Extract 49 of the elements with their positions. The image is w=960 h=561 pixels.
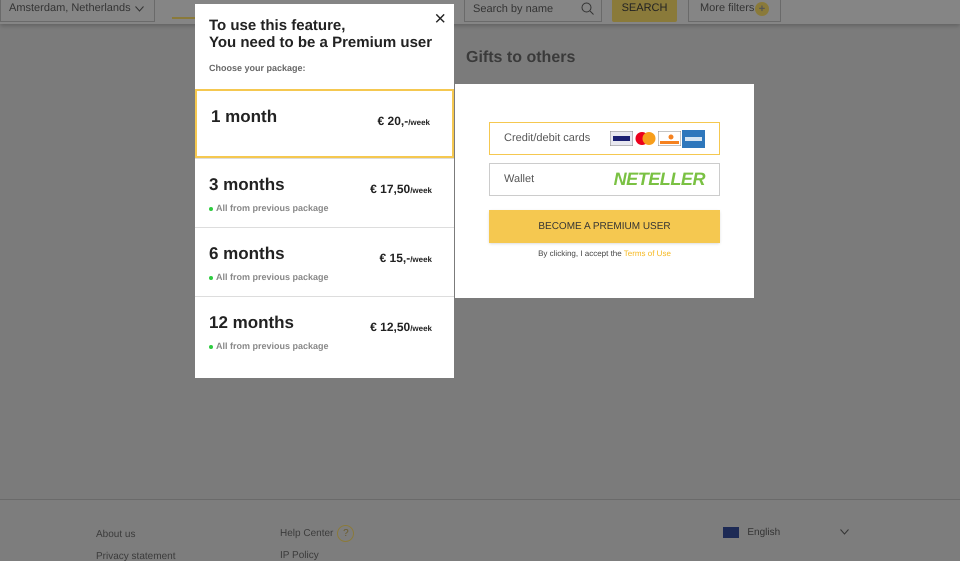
plus-badge: +	[755, 2, 769, 16]
location-dropdown[interactable]: Amsterdam, Netherlands	[0, 0, 155, 22]
search-button[interactable]: SEARCH	[612, 0, 677, 22]
package-name: 6 months	[209, 242, 286, 264]
section-title: Gifts to others	[466, 48, 576, 68]
package-name: 3 months	[209, 174, 286, 196]
search-icon	[581, 2, 594, 15]
flag-icon	[723, 526, 740, 538]
payment-option-label: Credit/debit cards	[504, 131, 590, 146]
premium-button[interactable]: BECOME A PREMIUM USER	[489, 210, 720, 243]
package-price: € 17,50/week	[370, 180, 432, 198]
card-logo-icon	[658, 131, 681, 146]
modal-title: You need to be a Premium user	[209, 34, 434, 51]
footer-link[interactable]: About us	[96, 527, 280, 542]
card-logo-icon	[610, 131, 633, 146]
modal-subtitle: Choose your package:	[209, 62, 307, 75]
package-name: 12 months	[209, 312, 296, 334]
modal-title: To use this feature,	[209, 17, 346, 34]
package-feature: All from previous package	[216, 202, 329, 215]
card-logo-icon	[682, 130, 705, 148]
package-option[interactable]: 1 month € 20,-/week	[195, 88, 454, 158]
payment-option-label: Wallet	[504, 172, 534, 188]
chevron-down-icon	[134, 6, 144, 12]
package-option[interactable]: 12 months All from previous package € 12,50/week	[195, 296, 454, 364]
wallet-logo: NETELLER	[614, 168, 705, 191]
tab-indicator	[172, 16, 196, 18]
payment-option[interactable]: Wallet NETELLER	[489, 163, 720, 196]
package-price: € 20,-/week	[378, 112, 430, 130]
search-field[interactable]: Search by name	[464, 0, 602, 22]
payment-option[interactable]: Credit/debit cards	[489, 122, 720, 155]
package-price: € 15,-/week	[380, 250, 432, 266]
chevron-down-icon	[840, 529, 850, 535]
package-feature: All from previous package	[216, 340, 329, 353]
footer-link[interactable]: Help Center	[280, 526, 334, 541]
more-filters-button[interactable]: More filters +	[688, 0, 781, 22]
terms-text: By clicking, I accept the Terms of Use	[537, 248, 672, 260]
language-selector[interactable]: English	[723, 524, 850, 540]
card-logo-icon	[634, 131, 657, 146]
close-button[interactable]: ×	[434, 9, 446, 29]
bullet-icon	[209, 276, 213, 280]
bullet-icon	[209, 206, 213, 211]
package-price: € 12,50/week	[370, 318, 432, 336]
package-option[interactable]: 6 months All from previous package € 15,-/week	[195, 226, 454, 296]
package-option[interactable]: 3 months All from previous package € 17,50/week	[195, 158, 454, 226]
bullet-icon	[209, 344, 213, 349]
package-feature: All from previous package	[216, 271, 329, 284]
footer-link[interactable]: IP Policy	[280, 548, 354, 561]
footer-link[interactable]: Privacy statement	[96, 549, 280, 561]
package-name: 1 month	[211, 106, 278, 128]
